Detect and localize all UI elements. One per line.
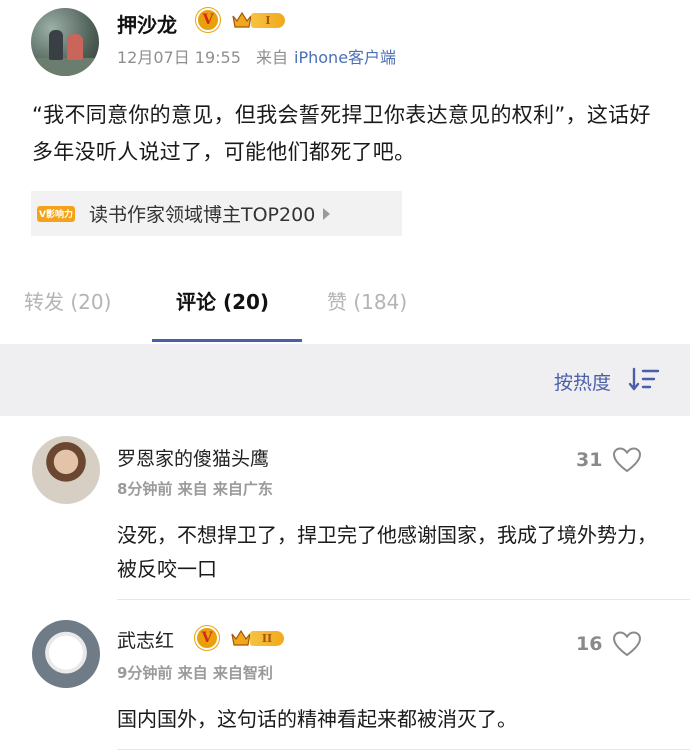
comment-text: 国内国外，这句话的精神看起来都被消灭了。 [117,707,517,731]
chevron-right-icon [323,207,331,220]
comment-divider [117,599,690,600]
post-timestamp: 12月07日 19:55 [117,48,241,67]
verified-v-icon: V [195,626,219,650]
influence-tag[interactable]: V影响力 读书作家领域博主TOP200 [31,191,402,236]
heart-icon[interactable] [612,446,642,474]
commenter-name[interactable]: 武志红 [117,626,174,653]
tab-bar: 转发 (20) 评论 (20) 赞 (184) [0,270,690,344]
author-avatar[interactable] [31,8,99,76]
crown-level-icon: II [230,628,284,648]
like-count: 31 [576,449,603,471]
like-count: 16 [576,633,603,655]
level-badge: II [250,631,284,646]
sort-bar: 按热度 [0,344,690,416]
post-card: 押沙龙 V I 12月07日 19:55 来自 iPhone客户端 “我不同意你的… [0,0,690,250]
comment-item: 武志红 V II 9分钟前 来自 来自智利 16 国内国外，这句话的精神看起来都… [0,602,690,754]
crown-level-icon: I [231,10,285,30]
post-source[interactable]: iPhone客户端 [294,48,396,67]
level-badge: I [251,13,285,28]
comment-divider [117,749,690,750]
heart-icon[interactable] [612,630,642,658]
crown-icon [232,11,252,28]
author-name[interactable]: 押沙龙 [117,9,177,38]
crown-icon [231,629,251,646]
tab-likes[interactable]: 赞 (184) [327,286,407,315]
source-prefix: 来自 [256,48,289,67]
comment-meta: 9分钟前 来自 来自智利 [117,664,273,682]
commenter-avatar[interactable] [32,620,100,688]
tab-reposts[interactable]: 转发 (20) [24,286,111,315]
influence-badge: V影响力 [37,205,75,222]
comment-meta: 8分钟前 来自 来自广东 [117,480,273,498]
verified-v-icon: V [196,8,220,32]
influence-label: 读书作家领域博主TOP200 [89,204,316,226]
commenter-name[interactable]: 罗恩家的傻猫头鹰 [117,444,269,471]
active-tab-indicator [152,339,302,342]
sort-descending-icon[interactable] [628,366,662,392]
comment-text: 没死，不想捍卫了，捍卫完了他感谢国家，我成了境外势力，被反咬一口 [117,523,657,581]
sort-label[interactable]: 按热度 [554,368,611,395]
post-meta: 12月07日 19:55 来自 iPhone客户端 [117,44,396,68]
post-body: “我不同意你的意见，但我会誓死捍卫你表达意见的权利”，这话好多年没听人说过了，可… [32,103,651,164]
commenter-avatar[interactable] [32,436,100,504]
tab-comments[interactable]: 评论 (20) [176,286,269,315]
comment-item: 罗恩家的傻猫头鹰 8分钟前 来自 来自广东 31 没死，不想捍卫了，捍卫完了他感… [0,416,690,602]
